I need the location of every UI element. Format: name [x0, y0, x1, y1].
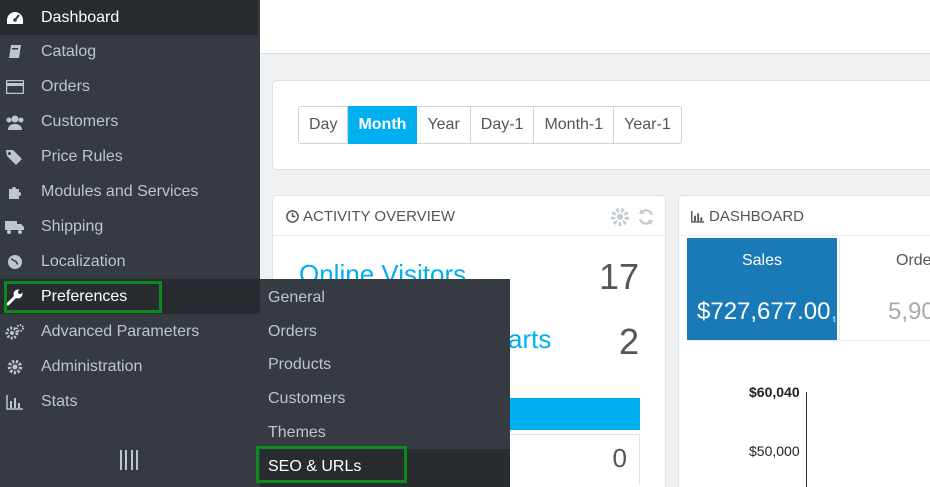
y-axis-tick: $50,000 [749, 443, 800, 459]
active-carts-value: 2 [618, 321, 639, 362]
sidebar-item-price-rules[interactable]: Price Rules [0, 139, 260, 174]
submenu-item-label: Orders [268, 323, 317, 340]
submenu-caret [246, 286, 260, 308]
panel-header: ACTIVITY OVERVIEW [273, 196, 665, 236]
book-icon [5, 42, 25, 62]
period-year-minus-1-button[interactable]: Year-1 [614, 106, 682, 144]
submenu-item-general[interactable]: General [260, 280, 510, 314]
period-button-group: Day Month Year Day-1 Month-1 Year-1 [298, 106, 682, 144]
clock-icon [285, 210, 299, 224]
dashboard-title-text: DASHBOARD [709, 208, 805, 225]
submenu-item-customers[interactable]: Customers [260, 381, 510, 415]
orders-tile[interactable]: Order 5,90 [839, 238, 930, 340]
dashboard-icon [5, 8, 25, 28]
chart-y-axis [806, 392, 807, 487]
sidebar: Dashboard Catalog Orders Customers Price… [0, 0, 260, 487]
sidebar-item-label: Modules and Services [41, 183, 199, 200]
submenu-item-label: Customers [268, 390, 346, 407]
refresh-icon[interactable] [633, 206, 659, 228]
sidebar-item-shipping[interactable]: Shipping [0, 209, 260, 244]
sidebar-item-label: Administration [41, 358, 143, 375]
sidebar-item-label: Customers [41, 113, 119, 130]
tags-icon [5, 147, 25, 167]
cog-icon [5, 357, 25, 377]
sales-label: Sales [741, 252, 783, 269]
submenu-item-label: Themes [268, 424, 326, 441]
sidebar-item-label: Advanced Parameters [41, 323, 200, 340]
header-bar [260, 0, 930, 54]
truck-icon [5, 217, 25, 237]
bar-chart-icon [5, 392, 25, 412]
orders-value: 5,90 [888, 298, 930, 325]
sales-suffix: t [833, 314, 836, 324]
submenu-item-products[interactable]: Products [260, 347, 510, 381]
submenu-item-orders[interactable]: Orders [260, 314, 510, 348]
y-axis-tick: $60,040 [749, 384, 800, 400]
sidebar-item-label: Stats [41, 393, 78, 410]
tile-divider [687, 340, 930, 341]
highlight-box-seo-urls [256, 446, 407, 483]
globe-icon [5, 252, 25, 272]
sidebar-item-label: Localization [41, 253, 126, 270]
sidebar-item-stats[interactable]: Stats [0, 384, 260, 419]
sidebar-item-label: Orders [41, 78, 90, 95]
orders-label: Order [896, 252, 930, 269]
credit-card-icon [5, 77, 25, 97]
period-year-button[interactable]: Year [417, 106, 471, 144]
sidebar-item-dashboard[interactable]: Dashboard [0, 0, 258, 35]
users-icon [5, 112, 25, 132]
stat-box-value: 0 [612, 443, 627, 473]
active-carts-link[interactable]: arts [508, 324, 551, 355]
sidebar-item-label: Catalog [41, 43, 97, 60]
panel-tools [607, 206, 659, 228]
submenu-item-themes[interactable]: Themes [260, 415, 510, 449]
dashboard-panel: DASHBOARD Sales $727,677.00 t Order 5,90… [678, 195, 930, 487]
sales-value: $727,677.00 [697, 298, 831, 325]
highlight-box-preferences [4, 281, 162, 313]
sidebar-item-label: Shipping [41, 218, 104, 235]
sidebar-item-modules[interactable]: Modules and Services [0, 174, 260, 209]
cogs-icon [5, 322, 25, 342]
sidebar-item-localization[interactable]: Localization [0, 244, 260, 279]
period-day-minus-1-button[interactable]: Day-1 [470, 106, 535, 144]
panel-title: ACTIVITY OVERVIEW [285, 208, 455, 225]
collapse-sidebar-icon[interactable] [120, 450, 138, 470]
panel-header: DASHBOARD [679, 196, 930, 236]
sidebar-item-administration[interactable]: Administration [0, 349, 260, 384]
online-visitors-value: 17 [598, 256, 639, 297]
period-day-button[interactable]: Day [298, 106, 349, 144]
sidebar-item-catalog[interactable]: Catalog [0, 34, 260, 69]
activity-title-text: ACTIVITY OVERVIEW [303, 208, 455, 225]
sales-tile[interactable]: Sales $727,677.00 t [687, 238, 837, 340]
sidebar-item-advanced-parameters[interactable]: Advanced Parameters [0, 314, 260, 349]
bar-chart-icon [691, 210, 705, 224]
puzzle-icon [5, 182, 25, 202]
sidebar-item-label: Dashboard [41, 9, 120, 26]
sidebar-item-orders[interactable]: Orders [0, 69, 260, 104]
submenu-item-label: Products [268, 356, 332, 373]
period-selector-panel: Day Month Year Day-1 Month-1 Year-1 [272, 80, 930, 170]
configure-gear-icon[interactable] [607, 206, 633, 228]
period-month-button[interactable]: Month [348, 106, 418, 144]
submenu-item-label: General [268, 289, 325, 306]
panel-title: DASHBOARD [691, 208, 804, 225]
sidebar-item-customers[interactable]: Customers [0, 104, 260, 139]
sidebar-item-label: Price Rules [41, 148, 123, 165]
period-month-minus-1-button[interactable]: Month-1 [534, 106, 615, 144]
